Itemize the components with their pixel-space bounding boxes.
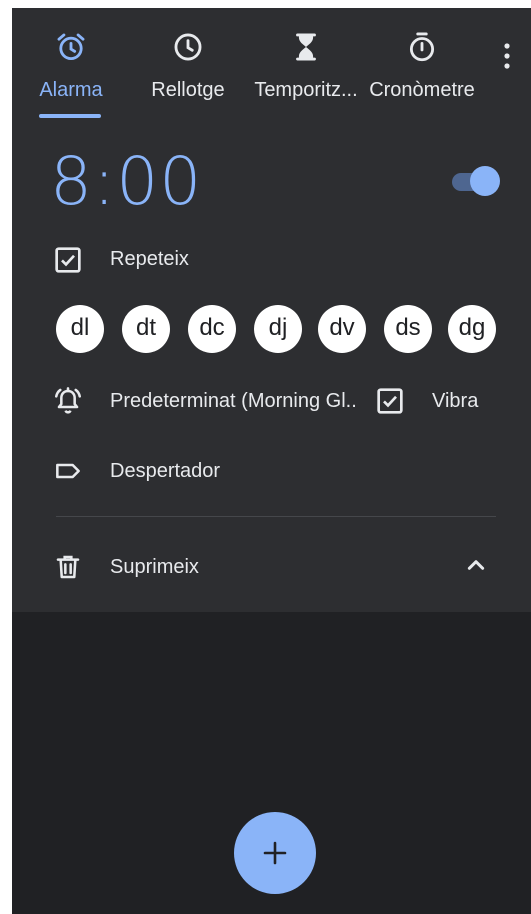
- tab-clock-label: Rellotge: [151, 79, 225, 101]
- trash-icon[interactable]: [52, 551, 84, 583]
- alarm-time[interactable]: 8:00: [50, 143, 202, 220]
- divider: [56, 516, 496, 517]
- more-options-icon[interactable]: [494, 38, 520, 74]
- day-chip-saturday[interactable]: ds: [384, 305, 432, 353]
- alarm-enabled-toggle[interactable]: [450, 166, 500, 196]
- tab-clock[interactable]: Rellotge: [140, 8, 236, 126]
- collapse-chevron-up-icon[interactable]: [460, 549, 492, 581]
- repeat-checkbox[interactable]: [52, 244, 84, 276]
- tab-timer-label: Temporitz...: [254, 79, 358, 101]
- day-chip-wednesday[interactable]: dc: [188, 305, 236, 353]
- alarm-screen: Alarma Rellotge Temporitz... Cronòmetre …: [12, 8, 531, 914]
- stopwatch-icon: [409, 32, 435, 62]
- clock-icon: [174, 33, 202, 61]
- label-tag-icon: [56, 463, 80, 479]
- expanded-alarm-card: Alarma Rellotge Temporitz... Cronòmetre …: [12, 8, 531, 612]
- alarm-bell-icon: [55, 387, 81, 414]
- day-chip-monday[interactable]: dl: [56, 305, 104, 353]
- alarm-label-field[interactable]: Despertador: [110, 460, 220, 483]
- plus-icon: [263, 841, 287, 865]
- day-chip-thursday[interactable]: dj: [254, 305, 302, 353]
- vibrate-checkbox[interactable]: [374, 385, 406, 417]
- tab-alarm[interactable]: Alarma: [26, 8, 116, 126]
- hourglass-icon: [296, 33, 316, 61]
- tab-stopwatch-label: Cronòmetre: [369, 79, 475, 101]
- add-alarm-button[interactable]: [234, 812, 316, 894]
- ringtone-label[interactable]: Predeterminat (Morning Gl..: [110, 390, 372, 413]
- day-chip-sunday[interactable]: dg: [448, 305, 496, 353]
- active-tab-indicator: [39, 114, 101, 118]
- vibrate-label[interactable]: Vibra: [432, 390, 478, 413]
- day-chip-tuesday[interactable]: dt: [122, 305, 170, 353]
- tab-bar: Alarma Rellotge Temporitz... Cronòmetre: [12, 8, 531, 128]
- day-chip-friday[interactable]: dv: [318, 305, 366, 353]
- delete-label[interactable]: Suprimeix: [110, 556, 199, 579]
- tab-alarm-label: Alarma: [39, 79, 103, 101]
- repeat-label[interactable]: Repeteix: [110, 248, 189, 271]
- repeat-days: dl dt dc dj dv ds dg: [56, 305, 516, 355]
- alarm-icon: [57, 33, 85, 61]
- toggle-thumb: [470, 166, 500, 196]
- tab-timer[interactable]: Temporitz...: [248, 8, 364, 126]
- tab-stopwatch[interactable]: Cronòmetre: [364, 8, 480, 126]
